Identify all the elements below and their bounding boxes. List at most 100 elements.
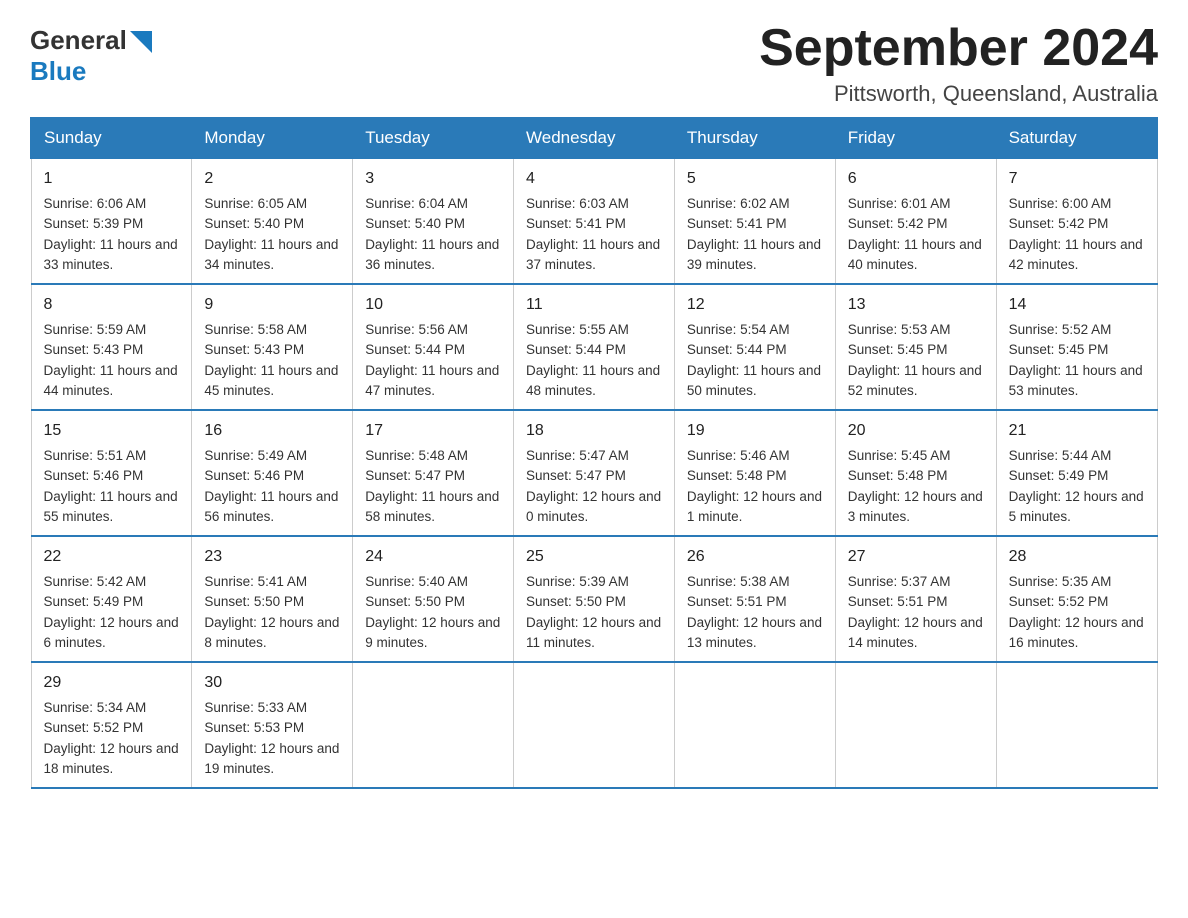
- day-info: Sunrise: 5:44 AMSunset: 5:49 PMDaylight:…: [1009, 448, 1144, 524]
- calendar-cell: 2 Sunrise: 6:05 AMSunset: 5:40 PMDaylight…: [192, 159, 353, 285]
- day-number: 28: [1009, 545, 1145, 569]
- location-subtitle: Pittsworth, Queensland, Australia: [759, 81, 1158, 107]
- calendar-cell: 16 Sunrise: 5:49 AMSunset: 5:46 PMDayligh…: [192, 410, 353, 536]
- day-header-tuesday: Tuesday: [353, 118, 514, 159]
- calendar-cell: 28 Sunrise: 5:35 AMSunset: 5:52 PMDayligh…: [996, 536, 1157, 662]
- day-info: Sunrise: 5:51 AMSunset: 5:46 PMDaylight:…: [44, 448, 178, 524]
- calendar-cell: 8 Sunrise: 5:59 AMSunset: 5:43 PMDaylight…: [31, 284, 192, 410]
- day-info: Sunrise: 6:03 AMSunset: 5:41 PMDaylight:…: [526, 196, 660, 272]
- day-info: Sunrise: 6:05 AMSunset: 5:40 PMDaylight:…: [204, 196, 338, 272]
- calendar-cell: 14 Sunrise: 5:52 AMSunset: 5:45 PMDayligh…: [996, 284, 1157, 410]
- day-number: 27: [848, 545, 984, 569]
- calendar-cell: 26Sunrise: 5:38 AMSunset: 5:51 PMDayligh…: [674, 536, 835, 662]
- day-number: 24: [365, 545, 501, 569]
- day-number: 23: [204, 545, 340, 569]
- calendar-cell: 18Sunrise: 5:47 AMSunset: 5:47 PMDayligh…: [514, 410, 675, 536]
- day-number: 3: [365, 167, 501, 191]
- day-number: 7: [1009, 167, 1145, 191]
- day-info: Sunrise: 6:04 AMSunset: 5:40 PMDaylight:…: [365, 196, 499, 272]
- calendar-cell: 13Sunrise: 5:53 AMSunset: 5:45 PMDayligh…: [835, 284, 996, 410]
- day-info: Sunrise: 5:56 AMSunset: 5:44 PMDaylight:…: [365, 322, 499, 398]
- day-info: Sunrise: 5:58 AMSunset: 5:43 PMDaylight:…: [204, 322, 338, 398]
- day-number: 2: [204, 167, 340, 191]
- day-number: 19: [687, 419, 823, 443]
- calendar-cell: 30Sunrise: 5:33 AMSunset: 5:53 PMDayligh…: [192, 662, 353, 788]
- day-number: 11: [526, 293, 662, 317]
- logo: General Blue: [30, 20, 152, 87]
- day-number: 5: [687, 167, 823, 191]
- day-header-wednesday: Wednesday: [514, 118, 675, 159]
- logo-blue-text: Blue: [30, 56, 86, 86]
- day-info: Sunrise: 5:47 AMSunset: 5:47 PMDaylight:…: [526, 448, 661, 524]
- calendar-cell: [353, 662, 514, 788]
- day-number: 22: [44, 545, 180, 569]
- calendar-cell: 11 Sunrise: 5:55 AMSunset: 5:44 PMDayligh…: [514, 284, 675, 410]
- calendar-cell: 20 Sunrise: 5:45 AMSunset: 5:48 PMDayligh…: [835, 410, 996, 536]
- calendar-cell: 29 Sunrise: 5:34 AMSunset: 5:52 PMDayligh…: [31, 662, 192, 788]
- day-number: 10: [365, 293, 501, 317]
- calendar-cell: 17 Sunrise: 5:48 AMSunset: 5:47 PMDayligh…: [353, 410, 514, 536]
- day-number: 26: [687, 545, 823, 569]
- day-number: 8: [44, 293, 180, 317]
- day-info: Sunrise: 5:35 AMSunset: 5:52 PMDaylight:…: [1009, 574, 1144, 650]
- calendar-cell: 10 Sunrise: 5:56 AMSunset: 5:44 PMDayligh…: [353, 284, 514, 410]
- day-info: Sunrise: 5:48 AMSunset: 5:47 PMDaylight:…: [365, 448, 499, 524]
- day-number: 20: [848, 419, 984, 443]
- day-number: 6: [848, 167, 984, 191]
- day-info: Sunrise: 5:45 AMSunset: 5:48 PMDaylight:…: [848, 448, 983, 524]
- logo-triangle-icon: [130, 31, 152, 53]
- week-row-5: 29 Sunrise: 5:34 AMSunset: 5:52 PMDayligh…: [31, 662, 1157, 788]
- logo-general-text: General: [30, 25, 127, 56]
- day-info: Sunrise: 5:54 AMSunset: 5:44 PMDaylight:…: [687, 322, 821, 398]
- week-row-4: 22 Sunrise: 5:42 AMSunset: 5:49 PMDayligh…: [31, 536, 1157, 662]
- day-header-monday: Monday: [192, 118, 353, 159]
- calendar-cell: 4 Sunrise: 6:03 AMSunset: 5:41 PMDaylight…: [514, 159, 675, 285]
- day-number: 16: [204, 419, 340, 443]
- day-number: 13: [848, 293, 984, 317]
- day-info: Sunrise: 5:55 AMSunset: 5:44 PMDaylight:…: [526, 322, 660, 398]
- day-number: 4: [526, 167, 662, 191]
- calendar-cell: [674, 662, 835, 788]
- calendar-cell: 15 Sunrise: 5:51 AMSunset: 5:46 PMDayligh…: [31, 410, 192, 536]
- day-info: Sunrise: 6:01 AMSunset: 5:42 PMDaylight:…: [848, 196, 982, 272]
- week-row-1: 1 Sunrise: 6:06 AMSunset: 5:39 PMDaylight…: [31, 159, 1157, 285]
- week-row-3: 15 Sunrise: 5:51 AMSunset: 5:46 PMDayligh…: [31, 410, 1157, 536]
- month-year-title: September 2024: [759, 20, 1158, 77]
- day-number: 29: [44, 671, 180, 695]
- day-info: Sunrise: 5:49 AMSunset: 5:46 PMDaylight:…: [204, 448, 338, 524]
- week-row-2: 8 Sunrise: 5:59 AMSunset: 5:43 PMDaylight…: [31, 284, 1157, 410]
- calendar-table: SundayMondayTuesdayWednesdayThursdayFrid…: [30, 117, 1158, 789]
- day-number: 17: [365, 419, 501, 443]
- calendar-cell: 3 Sunrise: 6:04 AMSunset: 5:40 PMDaylight…: [353, 159, 514, 285]
- day-info: Sunrise: 5:34 AMSunset: 5:52 PMDaylight:…: [44, 700, 179, 776]
- day-number: 1: [44, 167, 180, 191]
- day-number: 14: [1009, 293, 1145, 317]
- calendar-cell: [514, 662, 675, 788]
- day-info: Sunrise: 6:00 AMSunset: 5:42 PMDaylight:…: [1009, 196, 1143, 272]
- day-info: Sunrise: 5:52 AMSunset: 5:45 PMDaylight:…: [1009, 322, 1143, 398]
- page-header: General Blue September 2024 Pittsworth, …: [30, 20, 1158, 107]
- calendar-cell: 9 Sunrise: 5:58 AMSunset: 5:43 PMDaylight…: [192, 284, 353, 410]
- calendar-cell: 24 Sunrise: 5:40 AMSunset: 5:50 PMDayligh…: [353, 536, 514, 662]
- calendar-cell: 25Sunrise: 5:39 AMSunset: 5:50 PMDayligh…: [514, 536, 675, 662]
- day-number: 9: [204, 293, 340, 317]
- calendar-cell: 19 Sunrise: 5:46 AMSunset: 5:48 PMDayligh…: [674, 410, 835, 536]
- calendar-cell: [996, 662, 1157, 788]
- day-info: Sunrise: 5:42 AMSunset: 5:49 PMDaylight:…: [44, 574, 179, 650]
- day-info: Sunrise: 6:02 AMSunset: 5:41 PMDaylight:…: [687, 196, 821, 272]
- calendar-cell: 6 Sunrise: 6:01 AMSunset: 5:42 PMDaylight…: [835, 159, 996, 285]
- day-header-saturday: Saturday: [996, 118, 1157, 159]
- calendar-cell: 5 Sunrise: 6:02 AMSunset: 5:41 PMDaylight…: [674, 159, 835, 285]
- day-info: Sunrise: 6:06 AMSunset: 5:39 PMDaylight:…: [44, 196, 178, 272]
- day-number: 15: [44, 419, 180, 443]
- days-header-row: SundayMondayTuesdayWednesdayThursdayFrid…: [31, 118, 1157, 159]
- calendar-cell: 23Sunrise: 5:41 AMSunset: 5:50 PMDayligh…: [192, 536, 353, 662]
- day-info: Sunrise: 5:39 AMSunset: 5:50 PMDaylight:…: [526, 574, 661, 650]
- day-number: 30: [204, 671, 340, 695]
- day-info: Sunrise: 5:40 AMSunset: 5:50 PMDaylight:…: [365, 574, 500, 650]
- day-header-sunday: Sunday: [31, 118, 192, 159]
- day-info: Sunrise: 5:46 AMSunset: 5:48 PMDaylight:…: [687, 448, 822, 524]
- day-number: 21: [1009, 419, 1145, 443]
- day-info: Sunrise: 5:59 AMSunset: 5:43 PMDaylight:…: [44, 322, 178, 398]
- day-number: 12: [687, 293, 823, 317]
